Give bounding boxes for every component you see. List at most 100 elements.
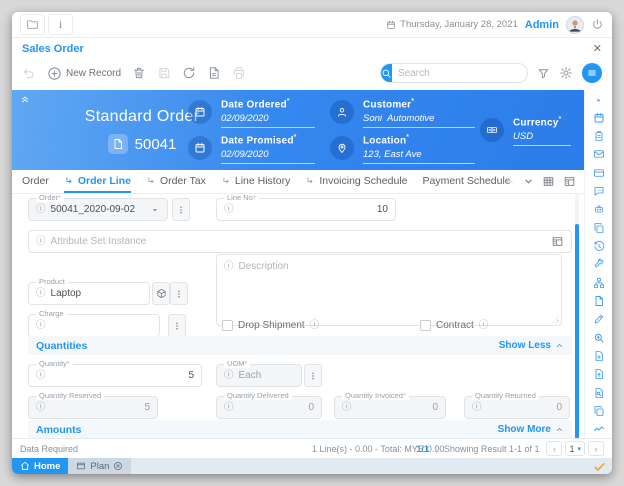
file-export-icon[interactable] bbox=[593, 368, 605, 380]
refresh-button[interactable] bbox=[182, 66, 196, 80]
clipboard-icon[interactable] bbox=[593, 130, 605, 142]
header-field-currency: Currency* USD bbox=[480, 116, 571, 146]
confirm-button[interactable] bbox=[593, 458, 612, 474]
tab-line-history[interactable]: Line History bbox=[221, 170, 290, 193]
pagination: ‹ 1▾ › bbox=[546, 441, 604, 456]
product-field[interactable]: Product ⓘLaptop bbox=[28, 282, 150, 305]
info-icon: ⓘ bbox=[36, 205, 46, 215]
toolbar: New Record bbox=[12, 58, 612, 88]
grid-view-button[interactable] bbox=[542, 175, 555, 188]
quantity-delivered-field: Quantity Delivered ⓘ0 bbox=[216, 396, 322, 419]
taskbar-tab-plan[interactable]: Plan bbox=[68, 458, 131, 474]
assistant-icon[interactable] bbox=[593, 203, 605, 215]
product-more-button[interactable] bbox=[170, 282, 188, 305]
file-import-icon[interactable] bbox=[593, 350, 605, 362]
taskbar-tab-home[interactable]: Home bbox=[12, 458, 68, 474]
save-button[interactable] bbox=[157, 66, 171, 80]
product-lookup-button[interactable] bbox=[152, 282, 170, 305]
detail-view-button[interactable] bbox=[563, 175, 576, 188]
pen-icon[interactable] bbox=[593, 313, 605, 325]
contract-checkbox[interactable] bbox=[420, 320, 431, 331]
page-select[interactable]: 1▾ bbox=[565, 441, 585, 456]
quantities-section-header: Quantities Show Less bbox=[28, 336, 572, 355]
info-icon: ⓘ bbox=[224, 261, 234, 272]
search-button[interactable] bbox=[381, 63, 392, 83]
tab-invoicing-schedule[interactable]: Invoicing Schedule bbox=[305, 170, 407, 193]
amounts-toggle[interactable]: Show More bbox=[498, 424, 564, 435]
close-button[interactable]: ✕ bbox=[593, 42, 602, 55]
drop-shipment-checkbox-row: Drop Shipment ⓘ bbox=[222, 320, 319, 331]
card-icon[interactable] bbox=[593, 167, 605, 179]
mail-icon[interactable] bbox=[593, 148, 605, 160]
close-circle-icon[interactable] bbox=[113, 461, 123, 471]
trash-icon bbox=[132, 66, 146, 80]
wrench-icon[interactable] bbox=[593, 258, 605, 270]
refresh-icon bbox=[182, 66, 196, 80]
tab-payment-schedule[interactable]: Payment Schedule bbox=[422, 170, 510, 193]
resize-handle[interactable] bbox=[552, 316, 559, 323]
tab-order[interactable]: Order bbox=[22, 170, 49, 193]
prev-page-button[interactable]: ‹ bbox=[546, 441, 562, 456]
collapse-header-button[interactable] bbox=[20, 94, 30, 104]
hamburger-icon bbox=[586, 67, 598, 79]
line-no-field[interactable]: Line No* ⓘ10 bbox=[216, 198, 396, 221]
workflow-icon[interactable] bbox=[593, 277, 605, 289]
chevron-up-icon bbox=[555, 425, 564, 434]
uom-field[interactable]: UOM* ⓘEach bbox=[216, 364, 302, 387]
menu-button[interactable] bbox=[582, 63, 602, 83]
next-page-button[interactable]: › bbox=[588, 441, 604, 456]
quantity-field[interactable]: Quantity* ⓘ5 bbox=[28, 364, 202, 387]
caret-down-icon[interactable] bbox=[594, 96, 603, 105]
tab-order-tax[interactable]: Order Tax bbox=[146, 170, 206, 193]
funnel-icon bbox=[537, 67, 550, 80]
window-icon bbox=[76, 461, 86, 471]
charge-more-button[interactable] bbox=[168, 314, 186, 337]
calendar-icon[interactable] bbox=[593, 112, 605, 124]
subtab-icon bbox=[305, 176, 315, 186]
delete-button[interactable] bbox=[132, 66, 146, 80]
search-input[interactable] bbox=[392, 68, 528, 79]
previous-record-button[interactable] bbox=[504, 176, 515, 187]
field-value: USD bbox=[513, 131, 571, 142]
report-button[interactable] bbox=[207, 66, 221, 80]
print-button[interactable] bbox=[232, 66, 246, 80]
plus-circle-icon bbox=[47, 66, 62, 81]
info-tab[interactable]: i bbox=[48, 14, 73, 35]
avatar[interactable] bbox=[566, 16, 584, 34]
uom-more-button[interactable] bbox=[304, 364, 322, 387]
next-record-button[interactable] bbox=[523, 176, 534, 187]
scrollbar-thumb[interactable] bbox=[575, 224, 579, 442]
tab-order-line[interactable]: Order Line bbox=[64, 170, 131, 193]
user-name[interactable]: Admin bbox=[525, 19, 559, 31]
info-icon: ⓘ bbox=[479, 321, 489, 331]
field-value: 02/09/2020 bbox=[221, 113, 315, 124]
logout-button[interactable] bbox=[591, 18, 604, 31]
dots-vertical-icon bbox=[174, 289, 184, 299]
attribute-set-field[interactable]: ⓘAttribute Set Instance bbox=[28, 230, 572, 253]
settings-button[interactable] bbox=[559, 66, 573, 80]
file-search-icon[interactable] bbox=[593, 387, 605, 399]
folder-tab[interactable] bbox=[20, 14, 45, 35]
quantity-returned-value: 0 bbox=[556, 402, 562, 413]
charge-field[interactable]: Charge ⓘ bbox=[28, 314, 160, 337]
zoom-in-icon[interactable] bbox=[593, 332, 605, 344]
activity-icon[interactable] bbox=[593, 423, 605, 435]
dropdown-caret-icon[interactable] bbox=[150, 205, 160, 215]
search-icon bbox=[381, 68, 392, 79]
quantities-toggle[interactable]: Show Less bbox=[499, 340, 564, 351]
undo-button[interactable] bbox=[22, 66, 36, 80]
filter-button[interactable] bbox=[537, 67, 550, 80]
order-field[interactable]: Order* ⓘ50041_2020-09-02 bbox=[28, 198, 168, 221]
drop-shipment-checkbox[interactable] bbox=[222, 320, 233, 331]
header-field-location: Location* 123, East Ave bbox=[330, 134, 475, 164]
description-textarea[interactable]: ⓘDescription bbox=[216, 254, 562, 326]
new-record-button[interactable]: New Record bbox=[47, 66, 121, 81]
order-more-button[interactable] bbox=[172, 198, 190, 221]
chat-icon[interactable] bbox=[593, 185, 605, 197]
header-field-customer: Customer* Soni Automotive bbox=[330, 98, 475, 128]
file-copy-icon[interactable] bbox=[593, 405, 605, 417]
copy-document-icon[interactable] bbox=[593, 222, 605, 234]
document-icon[interactable] bbox=[593, 295, 605, 307]
attribute-set-button[interactable] bbox=[551, 235, 564, 248]
history-icon[interactable] bbox=[593, 240, 605, 252]
